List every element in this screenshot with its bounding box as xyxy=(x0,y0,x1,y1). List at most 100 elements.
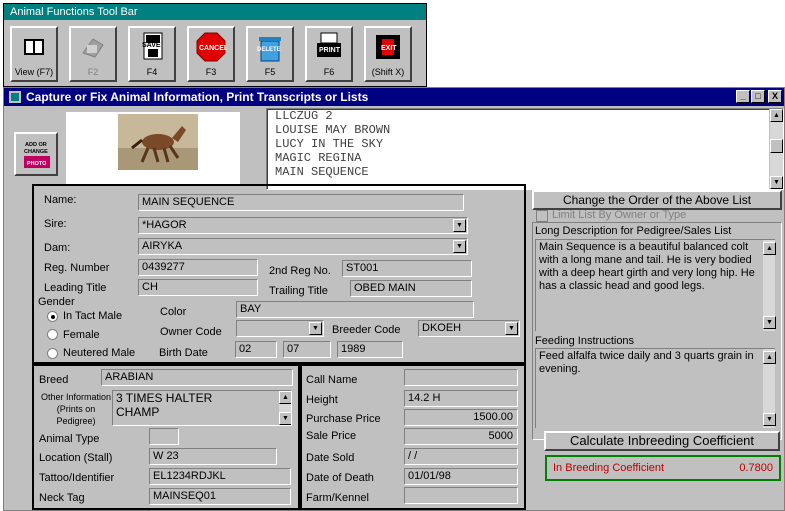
horse-photo xyxy=(118,114,198,170)
chevron-down-icon[interactable]: ▼ xyxy=(453,240,466,253)
scroll-down-icon[interactable]: ▼ xyxy=(763,413,776,426)
list-item[interactable]: LOUISE MAY BROWN xyxy=(275,123,390,137)
scroll-up-icon[interactable]: ▲ xyxy=(763,351,776,364)
exit-icon: EXIT xyxy=(376,35,400,59)
call-name-field[interactable] xyxy=(404,369,518,386)
location-field[interactable]: W 23 xyxy=(149,448,277,465)
list-item[interactable]: MAGIC REGINA xyxy=(275,151,390,165)
app-icon xyxy=(9,91,21,103)
birth-year-field[interactable]: 1989 xyxy=(337,341,403,358)
change-order-button[interactable]: Change the Order of the Above List xyxy=(532,190,782,210)
animal-list[interactable]: LLCZUG 2 LOUISE MAY BROWN LUCY IN THE SK… xyxy=(266,108,784,190)
long-description-field[interactable]: Main Sequence is a beautiful balanced co… xyxy=(535,239,776,331)
cancel-button[interactable]: CANCEL F3 xyxy=(187,26,235,82)
scroll-up-icon[interactable]: ▲ xyxy=(770,109,783,122)
gender-option-label: Female xyxy=(63,329,100,341)
feeding-instructions-field[interactable]: Feed alfalfa twice daily and 3 quarts gr… xyxy=(535,348,776,428)
gender-radio-female[interactable] xyxy=(47,329,58,340)
delete-icon: DELETE xyxy=(257,37,281,62)
color-field[interactable]: BAY xyxy=(236,301,474,318)
exit-button-label: (Shift X) xyxy=(371,67,405,77)
long-description-label: Long Description for Pedigree/Sales List xyxy=(535,225,732,237)
save-button[interactable]: SAVE F4 xyxy=(128,26,176,82)
view-button-label: View (F7) xyxy=(14,67,54,77)
name-label: Name: xyxy=(44,194,77,206)
sale-price-label: Sale Price xyxy=(306,430,357,442)
svg-text:DELETE: DELETE xyxy=(257,47,281,53)
exit-button[interactable]: EXIT (Shift X) xyxy=(364,26,412,82)
add-change-photo-button[interactable]: ADD OR CHANGE PHOTO xyxy=(14,132,58,176)
neck-tag-field[interactable]: MAINSEQ01 xyxy=(149,488,291,505)
second-reg-field[interactable]: ST001 xyxy=(342,260,472,277)
delete-button[interactable]: DELETE F5 xyxy=(246,26,294,82)
scroll-up-icon[interactable]: ▲ xyxy=(279,391,291,404)
list-item[interactable]: LUCY IN THE SKY xyxy=(275,137,390,151)
save-icon: SAVE xyxy=(142,32,163,60)
breed-field[interactable]: ARABIAN xyxy=(101,369,293,386)
close-button[interactable]: X xyxy=(768,90,782,103)
chevron-down-icon[interactable]: ▼ xyxy=(309,322,322,335)
scroll-down-icon[interactable]: ▼ xyxy=(770,176,783,189)
height-label: Height xyxy=(306,394,338,406)
leading-title-field[interactable]: CH xyxy=(138,279,258,296)
svg-text:PHOTO: PHOTO xyxy=(27,161,47,167)
feeding-scrollbar[interactable]: ▲ ▼ xyxy=(762,349,776,428)
height-field[interactable]: 14.2 H xyxy=(404,390,518,407)
scroll-up-icon[interactable]: ▲ xyxy=(763,242,776,255)
sire-select[interactable]: *HAGOR ▼ xyxy=(138,217,468,234)
trailing-title-field[interactable]: OBED MAIN xyxy=(350,280,472,297)
limit-list-label: Limit List By Owner or Type xyxy=(552,209,687,221)
svg-text:PRINT: PRINT xyxy=(319,47,341,54)
reg-number-label: Reg. Number xyxy=(44,262,110,274)
list-item[interactable]: MAIN SEQUENCE xyxy=(275,165,390,179)
date-of-death-field[interactable]: 01/01/98 xyxy=(404,468,518,485)
feeding-instructions-label: Feeding Instructions xyxy=(535,335,635,347)
sale-price-field[interactable]: 5000 xyxy=(404,428,518,445)
dam-select[interactable]: AIRYKA ▼ xyxy=(138,238,468,255)
call-name-label: Call Name xyxy=(306,374,358,386)
maximize-button[interactable]: □ xyxy=(751,90,765,103)
gender-option-label: In Tact Male xyxy=(63,310,123,322)
svg-text:ADD OR: ADD OR xyxy=(25,142,47,148)
list-scrollbar[interactable]: ▲ ▼ xyxy=(769,109,783,189)
inbreeding-result-panel: In Breeding Coefficient 0.7800 xyxy=(545,455,781,481)
birth-day-field[interactable]: 07 xyxy=(283,341,331,358)
add-button-label: F2 xyxy=(87,67,99,77)
birth-month-field[interactable]: 02 xyxy=(235,341,277,358)
list-item[interactable]: LLCZUG 2 xyxy=(275,109,390,123)
add-button[interactable]: F2 xyxy=(69,26,117,82)
other-info-label: Other Information (Prints on Pedigree) xyxy=(40,392,112,426)
reg-number-field[interactable]: 0439277 xyxy=(138,259,258,276)
color-label: Color xyxy=(160,306,187,318)
view-button[interactable]: View (F7) xyxy=(10,26,58,82)
owner-code-select[interactable]: ▼ xyxy=(236,320,324,337)
date-sold-field[interactable]: / / xyxy=(404,448,518,465)
other-info-scrollbar[interactable]: ▲ ▼ xyxy=(278,391,291,425)
second-reg-label: 2nd Reg No. xyxy=(269,265,331,277)
gender-radio-neutered-male[interactable] xyxy=(47,348,58,359)
long-description-scrollbar[interactable]: ▲ ▼ xyxy=(762,240,776,331)
location-label: Location (Stall) xyxy=(39,452,113,464)
print-button[interactable]: PRINT F6 xyxy=(305,26,353,82)
farm-kennel-field[interactable] xyxy=(404,487,518,504)
other-info-field[interactable]: 3 TIMES HALTER CHAMP ▲ ▼ xyxy=(112,390,292,426)
scroll-thumb[interactable] xyxy=(770,139,783,153)
toolbar-title: Animal Functions Tool Bar xyxy=(4,4,426,20)
svg-text:EXIT: EXIT xyxy=(381,45,397,52)
main-window: Capture or Fix Animal Information, Print… xyxy=(3,87,785,511)
name-field[interactable]: MAIN SEQUENCE xyxy=(138,194,464,211)
animal-type-field[interactable] xyxy=(149,428,179,445)
minimize-button[interactable]: _ xyxy=(736,90,750,103)
chevron-down-icon[interactable]: ▼ xyxy=(453,219,466,232)
scroll-down-icon[interactable]: ▼ xyxy=(763,316,776,329)
chevron-down-icon[interactable]: ▼ xyxy=(505,322,518,335)
breeder-code-select[interactable]: DKOEH ▼ xyxy=(418,320,520,337)
inbreeding-coefficient-value: 0.7800 xyxy=(739,462,773,474)
limit-list-checkbox[interactable] xyxy=(536,210,548,222)
tattoo-field[interactable]: EL1234RDJKL xyxy=(149,468,291,485)
gender-radio-intact-male[interactable] xyxy=(47,311,58,322)
calculate-inbreeding-button[interactable]: Calculate Inbreeding Coefficient xyxy=(544,431,780,451)
tattoo-label: Tattoo/Identifier xyxy=(39,472,115,484)
purchase-price-field[interactable]: 1500.00 xyxy=(404,409,518,426)
scroll-down-icon[interactable]: ▼ xyxy=(279,412,291,425)
